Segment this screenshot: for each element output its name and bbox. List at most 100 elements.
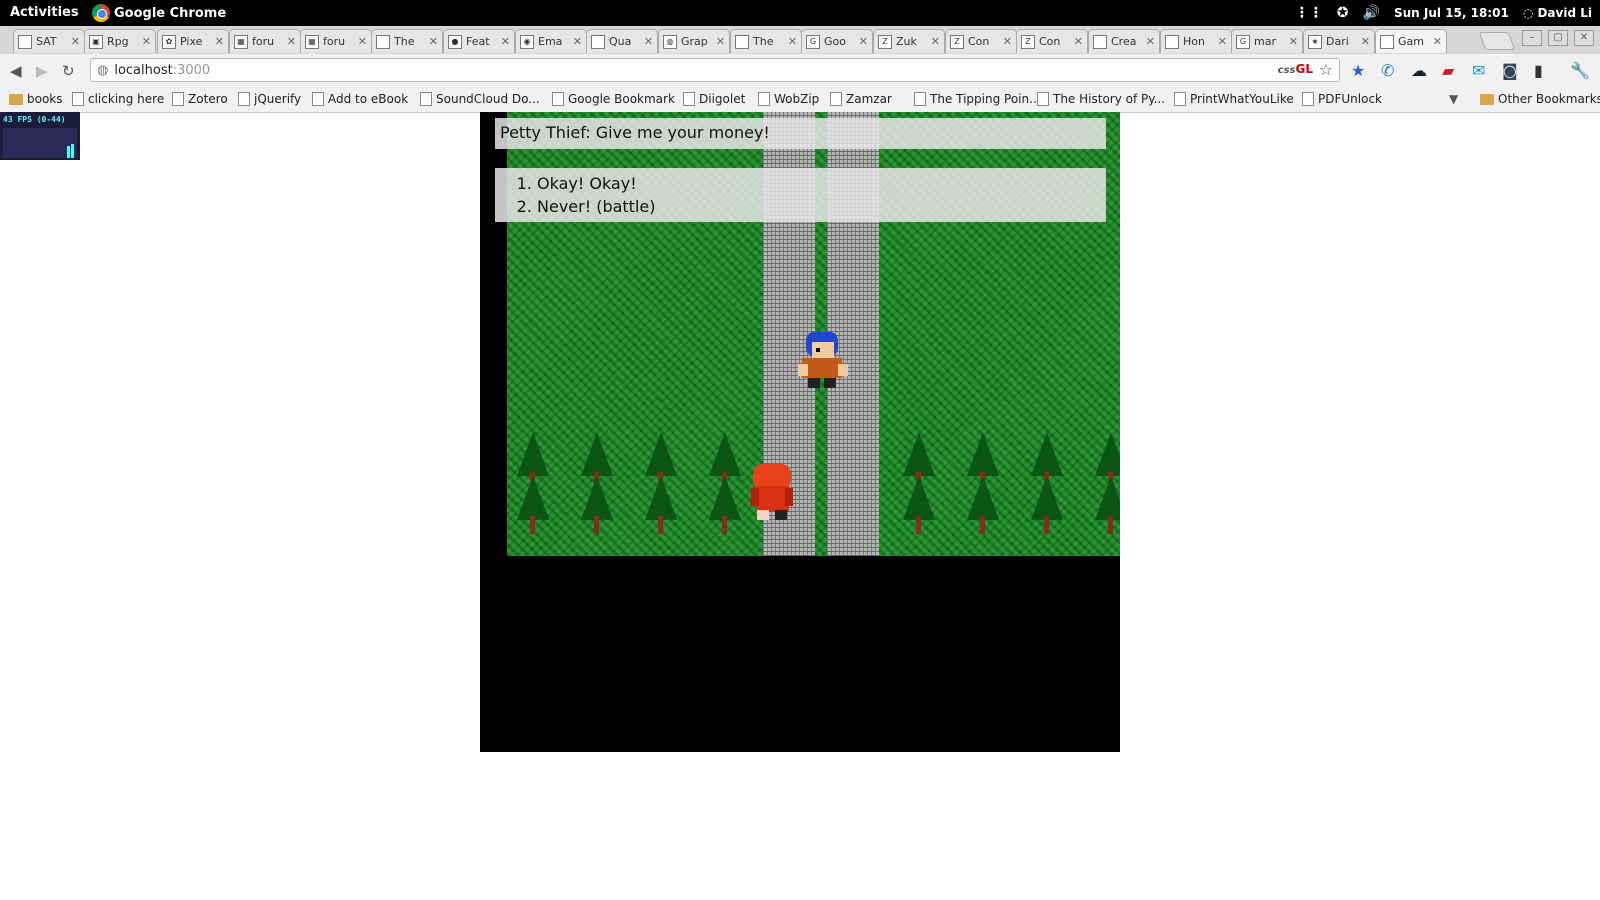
tab-close-icon[interactable]: ✕	[358, 35, 367, 48]
fps-meter[interactable]: 43 FPS (0-44)	[0, 112, 80, 160]
other-bookmarks-folder[interactable]: Other Bookmarks	[1480, 92, 1600, 106]
page-icon	[1174, 92, 1186, 106]
tab-title: Qua	[609, 35, 632, 48]
minimize-icon[interactable]: –	[1522, 30, 1542, 46]
tree-trunk	[530, 516, 535, 534]
tab-11[interactable]: The ✕	[730, 29, 802, 53]
tab-6[interactable]: The ✕	[371, 29, 443, 53]
tab-10[interactable]: ◍ Grap ✕	[658, 29, 730, 53]
bookmark-item[interactable]: clicking here	[72, 92, 164, 106]
choice-okay[interactable]: Okay! Okay!	[537, 172, 1106, 195]
folder-icon	[1480, 93, 1494, 105]
volume-icon[interactable]: 🔊	[1363, 5, 1380, 21]
tab-13[interactable]: Z Zuk ✕	[873, 29, 945, 53]
reload-icon[interactable]: ↻	[62, 62, 75, 80]
bookmark-label: Google Bookmark	[568, 92, 675, 106]
tab-2[interactable]: ▣ Rpg ✕	[84, 29, 156, 53]
bookmark-item[interactable]: Zamzar	[830, 92, 892, 106]
tab-close-icon[interactable]: ✕	[501, 35, 510, 48]
bookmark-star-icon[interactable]: ☆	[1319, 60, 1333, 79]
bookmark-ribbon-icon[interactable]: ▮	[1534, 61, 1543, 80]
bookmark-item[interactable]: WobZip	[758, 92, 819, 106]
tab-12[interactable]: G Goo ✕	[801, 29, 873, 53]
bookmark-item[interactable]: Diigolet	[683, 92, 745, 106]
activities-button[interactable]: Activities	[10, 5, 79, 20]
bookmark-label: The History of Py...	[1053, 92, 1166, 106]
tab-close-icon[interactable]: ✕	[429, 35, 438, 48]
page-info-icon[interactable]: ◍	[97, 63, 108, 78]
accessibility-icon[interactable]: ✪	[1337, 5, 1349, 21]
tab-1[interactable]: SAT ✕	[13, 29, 85, 53]
bookmark-item[interactable]: PrintWhatYouLike	[1174, 92, 1294, 106]
clock[interactable]: Sun Jul 15, 18:01	[1394, 6, 1509, 20]
tab-close-icon[interactable]: ✕	[142, 35, 151, 48]
tab-7[interactable]: ● Feat ✕	[443, 29, 515, 53]
bookmark-item[interactable]: The History of Py...	[1037, 92, 1165, 106]
tab-title: The	[753, 35, 774, 48]
bookmark-item[interactable]: The Tipping Poin...	[914, 92, 1041, 106]
tree-trunk	[1044, 516, 1049, 534]
forward-arrow-icon[interactable]: ▶	[36, 62, 48, 80]
choice-battle[interactable]: Never! (battle)	[537, 195, 1106, 218]
game-canvas[interactable]: Petty Thief: Give me your money! Okay! O…	[480, 112, 1120, 752]
tab-8[interactable]: ◉ Ema ✕	[515, 29, 587, 53]
bookmark-item[interactable]: books	[9, 92, 63, 106]
camera-extension-icon[interactable]: ◙	[1502, 61, 1518, 80]
mail-checker-icon[interactable]: ✉	[1472, 61, 1485, 80]
tab-close-icon[interactable]: ✕	[1003, 35, 1012, 48]
tree-trunk	[1108, 516, 1113, 534]
tab-3[interactable]: ✿ Pixe ✕	[157, 29, 229, 53]
tab-close-icon[interactable]: ✕	[1361, 35, 1370, 48]
bookmark-item[interactable]: SoundCloud Do...	[420, 92, 540, 106]
bookmark-item[interactable]: Google Bookmark	[552, 92, 675, 106]
tab-close-icon[interactable]: ✕	[1146, 35, 1155, 48]
tab-close-icon[interactable]: ✕	[215, 35, 224, 48]
wrench-menu-icon[interactable]: 🔧	[1570, 61, 1590, 80]
bookmark-label: books	[27, 92, 63, 106]
tab-close-icon[interactable]: ✕	[788, 35, 797, 48]
bookmark-item[interactable]: Zotero	[172, 92, 228, 106]
tab-close-icon[interactable]: ✕	[859, 35, 868, 48]
bookmark-item[interactable]: Add to eBook	[312, 92, 408, 106]
tab-4[interactable]: ▦ foru ✕	[229, 29, 301, 53]
tab-close-icon[interactable]: ✕	[931, 35, 940, 48]
tab-close-icon[interactable]: ✕	[1433, 35, 1442, 48]
bookmark-item[interactable]: jQuerify	[238, 92, 301, 106]
bookmark-item[interactable]: PDFUnlock	[1302, 92, 1382, 106]
bookmarks-overflow-chevron-icon[interactable]: ▼	[1449, 92, 1458, 106]
tab-9[interactable]: Qua ✕	[586, 29, 658, 53]
pine-tree	[709, 432, 741, 476]
cloud-extension-icon[interactable]: ☁	[1411, 61, 1427, 80]
phone-extension-icon[interactable]: ✆	[1381, 61, 1394, 80]
tab-19[interactable]: ★ Dari ✕	[1303, 29, 1375, 53]
tab-close-icon[interactable]: ✕	[1289, 35, 1298, 48]
tab-20[interactable]: Gam ✕	[1375, 29, 1447, 53]
window-controls: – ▢ ✕	[1522, 30, 1594, 46]
back-arrow-icon[interactable]: ◀	[10, 62, 22, 80]
tab-14[interactable]: Z Con ✕	[945, 29, 1017, 53]
tab-close-icon[interactable]: ✕	[573, 35, 582, 48]
tab-5[interactable]: ▦ foru ✕	[300, 29, 372, 53]
keyboard-icon[interactable]: ⋮⋮	[1295, 5, 1323, 21]
address-bar[interactable]: ◍ localhost:3000 cssGL ☆	[90, 58, 1340, 82]
user-menu[interactable]: ◌ David Li	[1523, 6, 1592, 20]
app-menu[interactable]: Google Chrome	[92, 0, 226, 26]
maximize-icon[interactable]: ▢	[1548, 30, 1568, 46]
tab-18[interactable]: Gmar ✕	[1231, 29, 1303, 53]
tab-title: Goo	[824, 35, 846, 48]
tab-close-icon[interactable]: ✕	[716, 35, 725, 48]
tab-close-icon[interactable]: ✕	[644, 35, 653, 48]
couch-extension-icon[interactable]: ▰	[1442, 61, 1454, 80]
tab-close-icon[interactable]: ✕	[1074, 35, 1083, 48]
tree-trunk	[980, 516, 985, 534]
tab-close-icon[interactable]: ✕	[1218, 35, 1227, 48]
tab-17[interactable]: Hon ✕	[1160, 29, 1232, 53]
cssgl-extension-icon[interactable]: cssGL	[1278, 62, 1313, 76]
tab-16[interactable]: Crea ✕	[1088, 29, 1160, 53]
bookmark-manager-icon[interactable]: ★	[1351, 61, 1365, 80]
close-window-icon[interactable]: ✕	[1574, 30, 1594, 46]
tab-15[interactable]: Z Con ✕	[1016, 29, 1088, 53]
tab-close-icon[interactable]: ✕	[287, 35, 296, 48]
new-tab-button[interactable]	[1478, 32, 1516, 50]
tab-close-icon[interactable]: ✕	[71, 35, 80, 48]
